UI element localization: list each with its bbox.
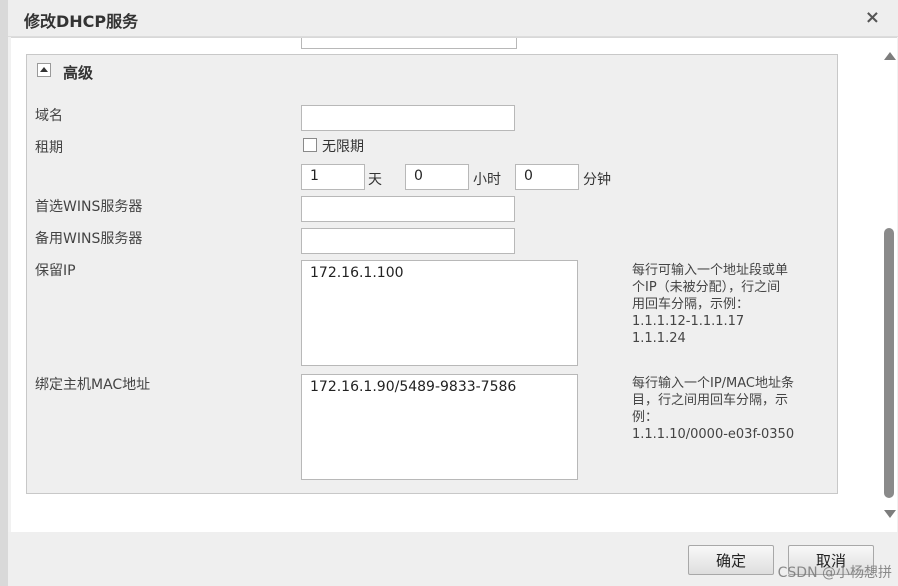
days-unit: 天 (368, 172, 382, 188)
bind-mac-hint: 每行输入一个IP/MAC地址条 目，行之间用回车分隔，示 例： 1.1.1.10… (632, 375, 818, 443)
hint-line: 用回车分隔，示例： (632, 297, 750, 312)
bind-mac-label: 绑定主机MAC地址 (35, 377, 151, 393)
hours-unit: 小时 (473, 172, 501, 188)
hint-line: 目，行之间用回车分隔，示 (632, 393, 789, 408)
hint-line: 1.1.1.12-1.1.1.17 (632, 314, 745, 329)
reserved-ip-label: 保留IP (35, 263, 76, 279)
lease-label: 租期 (35, 140, 63, 156)
minutes-unit: 分钟 (583, 172, 611, 188)
primary-wins-input[interactable] (301, 196, 515, 222)
scroll-up-icon[interactable] (884, 52, 896, 60)
domain-label: 域名 (35, 108, 63, 124)
ok-button[interactable]: 确定 (688, 545, 774, 575)
dialog-titlebar: 修改DHCP服务 × (8, 0, 898, 37)
advanced-section: 高级 域名 租期 无限期 1 天 0 小时 0 分钟 首选WINS服务器 备用W… (26, 54, 838, 494)
hint-line: 每行可输入一个地址段或单 (632, 263, 789, 278)
lease-minutes-input[interactable]: 0 (515, 164, 579, 190)
scrollbar-thumb[interactable] (884, 228, 894, 498)
advanced-section-title: 高级 (63, 64, 94, 82)
collapse-triangle-icon[interactable] (37, 63, 51, 77)
hint-line: 例： (632, 410, 659, 425)
close-icon[interactable]: × (865, 7, 880, 28)
lease-hours-input[interactable]: 0 (405, 164, 469, 190)
primary-wins-label: 首选WINS服务器 (35, 199, 143, 215)
watermark: CSDN @小杨想拼 (777, 565, 892, 581)
dialog-title: 修改DHCP服务 (24, 12, 139, 31)
hint-line: 个IP（未被分配），行之间 (632, 280, 781, 295)
hint-line: 1.1.1.10/0000-e03f-0350 (632, 427, 795, 442)
backup-wins-label: 备用WINS服务器 (35, 231, 143, 247)
scroll-down-icon[interactable] (884, 510, 896, 518)
unlimited-label: 无限期 (322, 139, 364, 155)
modify-dhcp-dialog: 修改DHCP服务 × 高级 域名 租期 无限期 1 天 0 小时 0 分钟 首选… (0, 0, 898, 586)
backup-wins-input[interactable] (301, 228, 515, 254)
hint-line: 1.1.1.24 (632, 331, 686, 346)
dialog-footer: 确定 取消 (8, 532, 898, 586)
domain-input[interactable] (301, 105, 515, 131)
lease-days-input[interactable]: 1 (301, 164, 365, 190)
reserved-ip-hint: 每行可输入一个地址段或单 个IP（未被分配），行之间 用回车分隔，示例： 1.1… (632, 262, 818, 347)
dialog-body: 高级 域名 租期 无限期 1 天 0 小时 0 分钟 首选WINS服务器 备用W… (11, 37, 897, 533)
unlimited-checkbox[interactable] (303, 138, 317, 152)
previous-field-edge (301, 38, 517, 49)
reserved-ip-textarea[interactable]: 172.16.1.100 (301, 260, 578, 366)
hint-line: 每行输入一个IP/MAC地址条 (632, 376, 795, 391)
vertical-scrollbar[interactable] (881, 38, 897, 532)
bind-mac-textarea[interactable]: 172.16.1.90/5489-9833-7586 (301, 374, 578, 480)
